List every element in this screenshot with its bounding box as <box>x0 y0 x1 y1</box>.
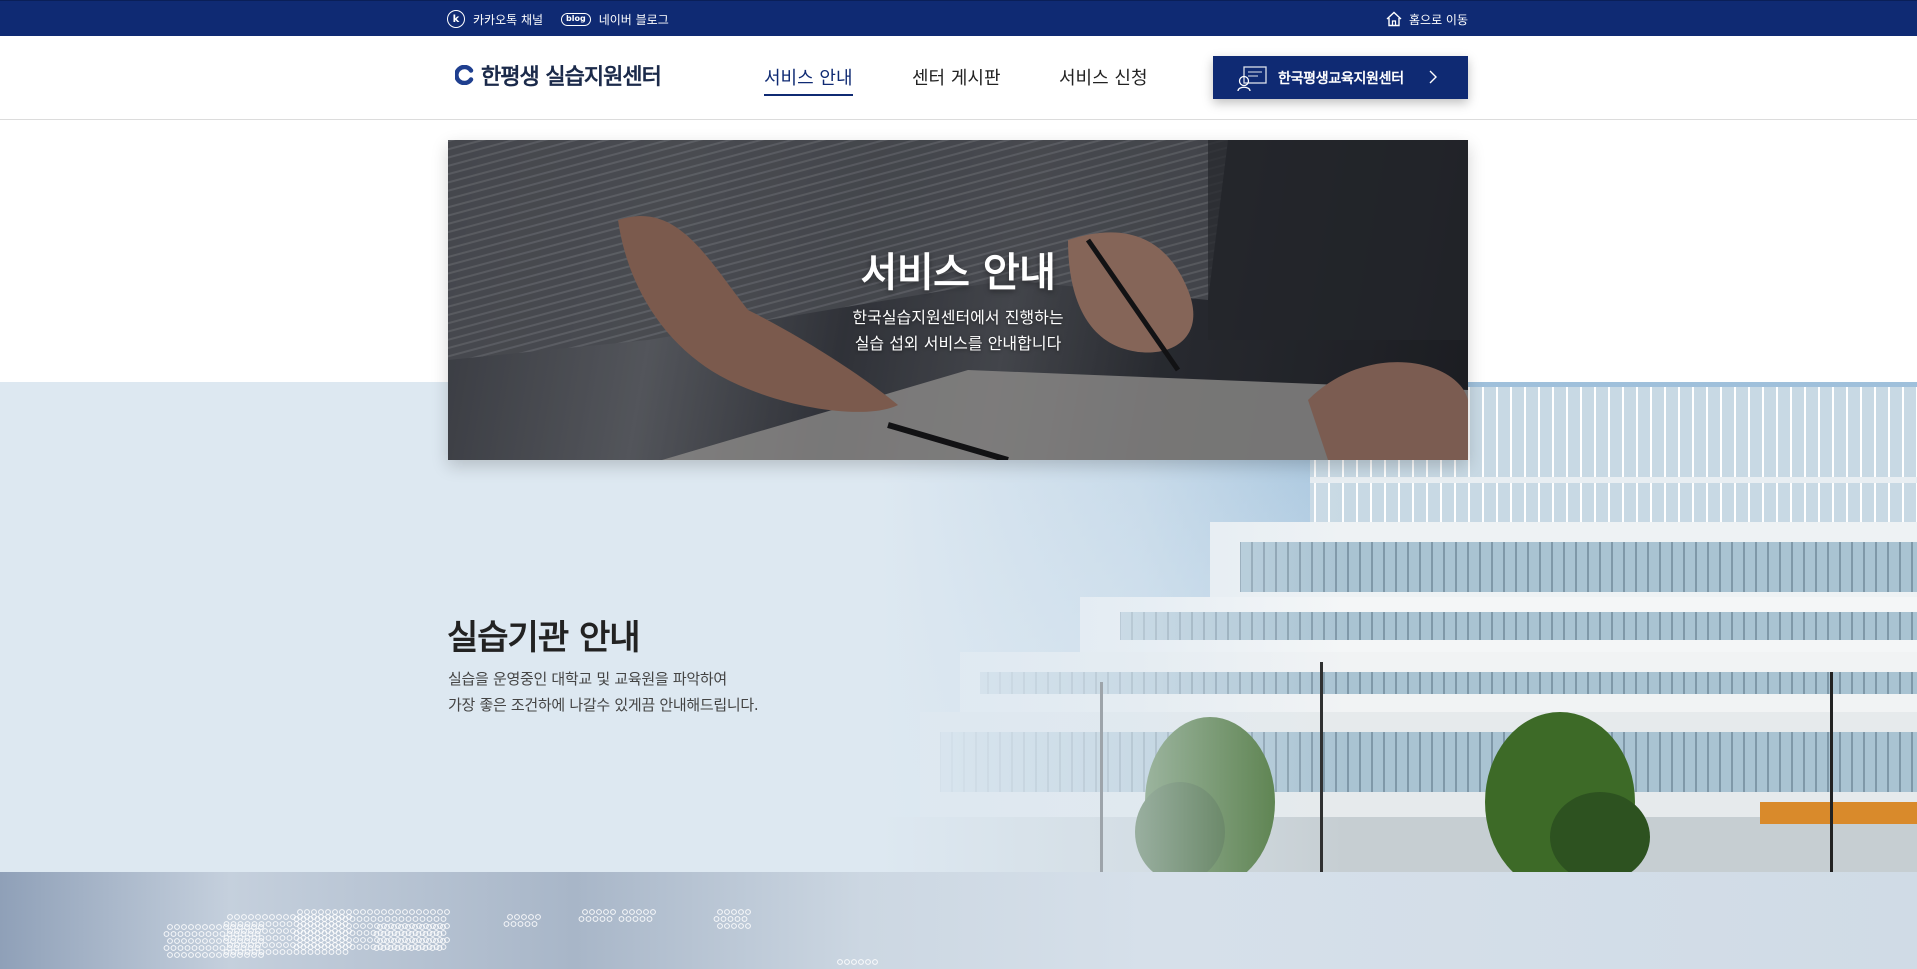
lifelong-education-center-button[interactable]: 한국평생교육지원센터 <box>1213 56 1468 99</box>
hero-title: 서비스 안내 <box>860 250 1056 296</box>
nav-service-info[interactable]: 서비스 안내 <box>764 64 853 96</box>
home-icon <box>1386 11 1402 27</box>
top-utility-inner: k 카카오톡 채널 blog 네이버 블로그 홈으로 이동 <box>447 1 1468 37</box>
institution-guide-line-1: 실습을 운영중인 대학교 및 교육원을 파악하여 <box>448 670 727 688</box>
blog-icon: blog <box>561 12 591 26</box>
go-home-link[interactable]: 홈으로 이동 <box>1385 1 1468 37</box>
service-info-hero: 서비스 안내 한국실습지원센터에서 진행하는 실습 섭외 서비스를 안내합니다 <box>448 140 1468 460</box>
naver-blog-link[interactable]: blog 네이버 블로그 <box>561 1 669 37</box>
cta-label: 한국평생교육지원센터 <box>1278 70 1404 87</box>
hero-subtitle-line-2: 실습 섭외 서비스를 안내합니다 <box>854 334 1062 353</box>
kakao-channel-link[interactable]: k 카카오톡 채널 <box>447 1 543 37</box>
kakao-icon: k <box>447 10 465 28</box>
institution-guide-title: 실습기관 안내 <box>447 618 641 658</box>
nav-service-apply[interactable]: 서비스 신청 <box>1059 64 1148 94</box>
bottom-world-map-strip <box>0 872 1917 969</box>
main-header: 한평생 실습지원센터 서비스 안내 센터 게시판 서비스 신청 한국평생교육지원… <box>0 36 1917 120</box>
institution-guide-line-2: 가장 좋은 조건하에 나갈수 있게끔 안내해드립니다. <box>448 696 759 714</box>
chevron-right-icon <box>1429 70 1437 84</box>
certificate-icon <box>1237 65 1267 91</box>
nav-center-board[interactable]: 센터 게시판 <box>912 64 1001 94</box>
site-logo[interactable]: 한평생 실습지원센터 <box>455 59 662 91</box>
hero-subtitle-line-1: 한국실습지원센터에서 진행하는 <box>852 308 1064 327</box>
naver-blog-label: 네이버 블로그 <box>598 12 669 27</box>
logo-c-icon <box>455 65 474 85</box>
logo-text: 한평생 실습지원센터 <box>481 65 662 90</box>
world-dot-map-image <box>163 909 878 965</box>
top-utility-bar: k 카카오톡 채널 blog 네이버 블로그 홈으로 이동 <box>0 0 1917 36</box>
kakao-channel-label: 카카오톡 채널 <box>473 12 544 27</box>
hero-overlay <box>448 140 1468 460</box>
go-home-label: 홈으로 이동 <box>1408 12 1468 27</box>
